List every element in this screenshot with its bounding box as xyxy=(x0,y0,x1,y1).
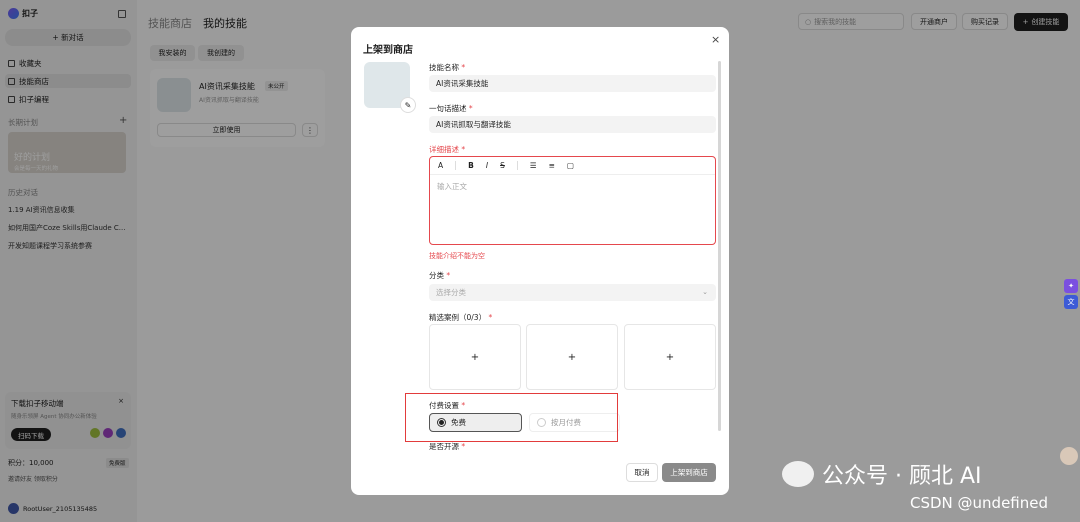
font-size-button[interactable]: A xyxy=(438,161,443,170)
required-mark: * xyxy=(488,313,493,322)
italic-button[interactable]: I xyxy=(486,161,488,170)
add-case-button[interactable]: + xyxy=(526,324,618,390)
one-line-input[interactable]: AI资讯抓取与翻译技能 xyxy=(429,116,716,133)
comment-icon[interactable]: ▢ xyxy=(567,161,574,170)
add-case-button[interactable]: + xyxy=(624,324,716,390)
watermark-text: 公众号 · 顾北 AI xyxy=(822,464,982,489)
assistant-float-icon[interactable]: ✦ xyxy=(1064,279,1078,293)
bullet-list-icon[interactable]: ☰ xyxy=(530,161,537,170)
label-text: 分类 xyxy=(429,271,444,280)
required-mark: * xyxy=(461,442,466,451)
cases-label: 精选案例（0/3） * xyxy=(429,312,492,323)
wechat-watermark: 公众号 · 顾北 AI xyxy=(782,458,982,490)
close-icon[interactable]: × xyxy=(711,33,720,46)
cancel-button[interactable]: 取消 xyxy=(626,463,658,482)
required-mark: * xyxy=(461,63,466,72)
corner-avatar-icon[interactable] xyxy=(1060,447,1078,465)
required-mark: * xyxy=(461,145,466,154)
detail-placeholder: 输入正文 xyxy=(437,182,467,191)
required-mark: * xyxy=(468,104,473,113)
detail-error: 技能介绍不能为空 xyxy=(429,252,485,260)
open-source-label: 是否开源 * xyxy=(429,441,465,452)
chevron-down-icon: ⌄ xyxy=(702,288,708,296)
publish-button[interactable]: 上架到商店 xyxy=(662,463,716,482)
add-case-button[interactable]: + xyxy=(429,324,521,390)
label-text: 详细描述 xyxy=(429,145,459,154)
label-text: 精选案例（0/3） xyxy=(429,313,487,322)
bold-button[interactable]: B xyxy=(468,161,474,170)
modal-scrollbar[interactable] xyxy=(718,61,721,431)
detail-editor[interactable]: A B I S ☰ ≡ ▢ 输入正文 xyxy=(429,156,716,245)
category-placeholder: 选择分类 xyxy=(436,288,466,297)
detail-label: 详细描述 * xyxy=(429,144,465,155)
skill-name-label: 技能名称 * xyxy=(429,62,465,73)
category-select[interactable]: 选择分类 ⌄ xyxy=(429,284,716,301)
label-text: 是否开源 xyxy=(429,442,459,451)
label-text: 技能名称 xyxy=(429,63,459,72)
label-text: 一句话描述 xyxy=(429,104,467,113)
ordered-list-icon[interactable]: ≡ xyxy=(549,161,555,170)
translate-float-icon[interactable]: 文 xyxy=(1064,295,1078,309)
publish-modal: 上架到商店 × ✎ 技能名称 * AI资讯采集技能 一句话描述 * AI资讯抓取… xyxy=(351,27,729,495)
divider xyxy=(516,161,518,170)
skill-name-input[interactable]: AI资讯采集技能 xyxy=(429,75,716,92)
wechat-icon xyxy=(782,461,814,487)
strike-button[interactable]: S xyxy=(500,161,505,170)
pencil-icon[interactable]: ✎ xyxy=(400,97,416,113)
modal-title: 上架到商店 xyxy=(363,45,413,56)
divider xyxy=(455,161,457,170)
required-mark: * xyxy=(446,271,451,280)
one-line-label: 一句话描述 * xyxy=(429,103,473,114)
category-label: 分类 * xyxy=(429,270,450,281)
csdn-watermark: CSDN @undefined xyxy=(910,494,1049,512)
editor-toolbar: A B I S ☰ ≡ ▢ xyxy=(430,157,715,175)
highlight-annotation xyxy=(405,393,618,442)
